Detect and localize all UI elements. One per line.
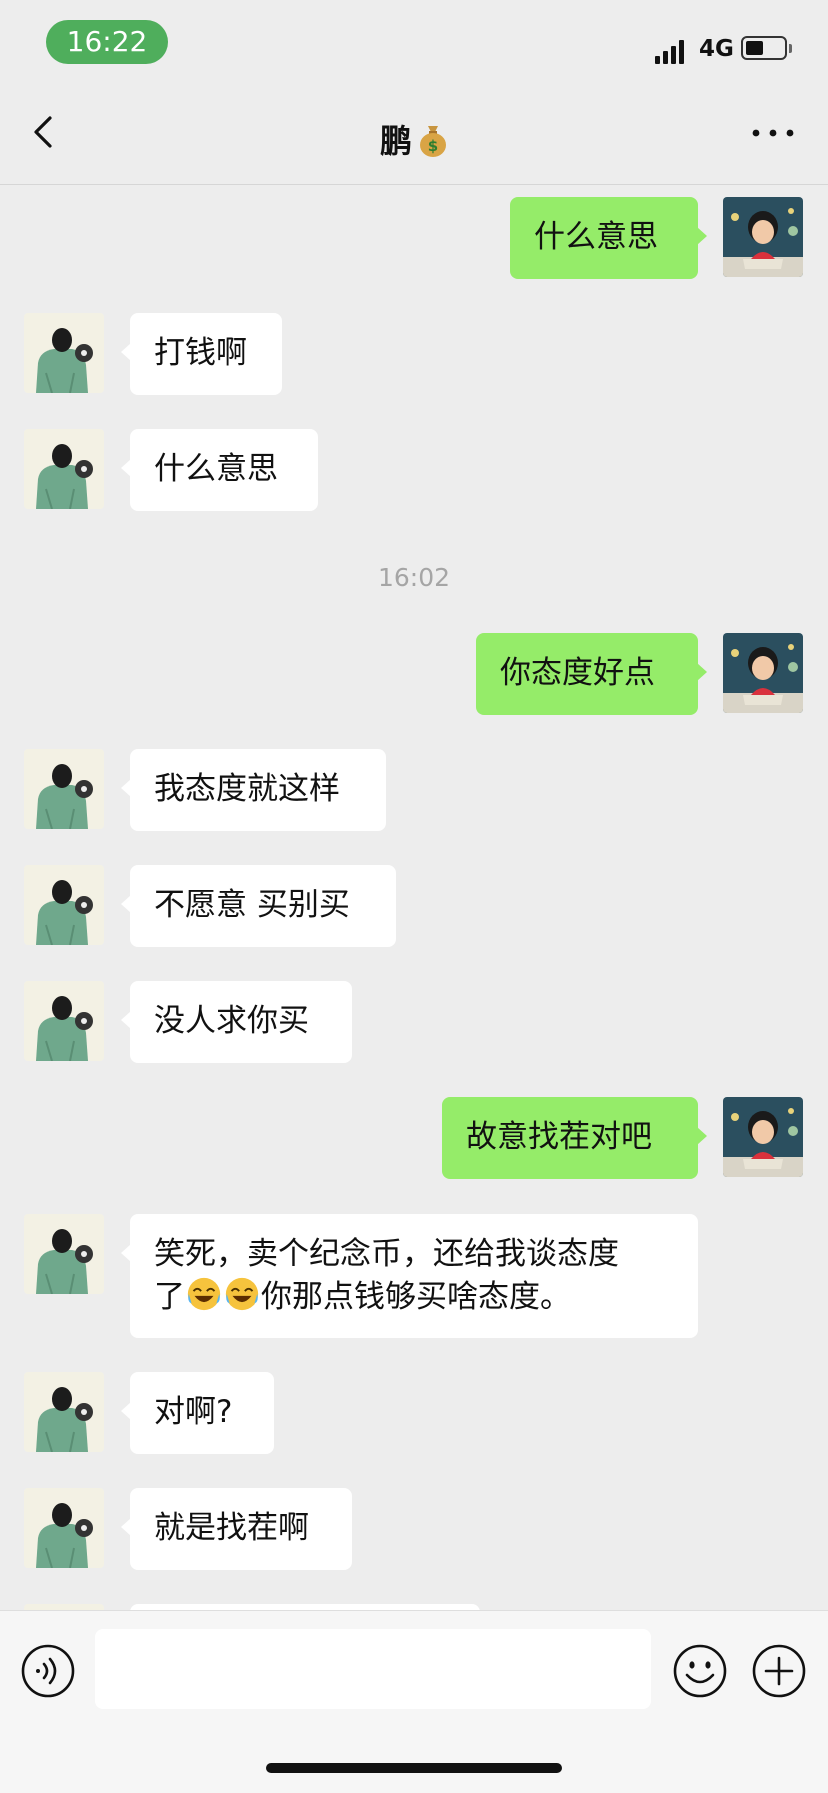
emoji-button[interactable] [672, 1643, 728, 1699]
message-list[interactable]: 什么意思 打钱啊 什么意思 16:02 你态度好点 我态度就这样 不愿意 买别买… [0, 185, 828, 1610]
message-input[interactable] [95, 1629, 651, 1709]
message-text-part: 你那点钱够买啥态度。 [261, 1279, 571, 1315]
timestamp: 16:02 [377, 563, 451, 592]
my-avatar[interactable] [723, 197, 803, 277]
incoming-message-bubble[interactable]: 没人求你买 [121, 981, 352, 1063]
signal-strength-icon [655, 40, 685, 64]
incoming-message-bubble[interactable]: 什么意思 [121, 429, 318, 511]
more-dots-icon [752, 129, 794, 137]
outgoing-message-bubble[interactable]: 故意找茬对吧 [442, 1097, 707, 1179]
contact-avatar[interactable] [24, 749, 104, 829]
voice-button[interactable] [20, 1643, 76, 1699]
plus-button[interactable] [751, 1643, 807, 1699]
status-bar: 16:22 4G [0, 0, 828, 92]
voice-icon [21, 1644, 75, 1698]
contact-avatar[interactable] [24, 313, 104, 393]
more-button[interactable] [748, 118, 798, 148]
contact-avatar[interactable] [24, 981, 104, 1061]
message-text-part: 了 [154, 1279, 185, 1315]
svg-text:$: $ [428, 137, 438, 155]
network-type: 4G [699, 36, 734, 62]
my-avatar[interactable] [723, 633, 803, 713]
plus-icon [752, 1644, 806, 1698]
money-bag-icon: $ [418, 122, 448, 166]
incoming-message-bubble[interactable]: 不愿意 买别买 [121, 865, 396, 947]
rofl-emoji [185, 1275, 223, 1313]
chat-title: 鹏 $ [0, 116, 828, 166]
contact-avatar[interactable] [24, 865, 104, 945]
contact-avatar[interactable] [24, 429, 104, 509]
chat-header: 鹏 $ [0, 92, 828, 185]
battery-icon [741, 36, 787, 60]
incoming-message-bubble[interactable]: 打钱啊 [121, 313, 282, 395]
incoming-message-bubble[interactable]: 就是找茬啊 [121, 1488, 352, 1570]
contact-avatar[interactable] [24, 1214, 104, 1294]
my-avatar[interactable] [723, 1097, 803, 1177]
contact-avatar[interactable] [24, 1488, 104, 1568]
message-text-line: 笑死，卖个纪念币，还给我谈态度 [154, 1236, 619, 1272]
rofl-emoji [223, 1275, 261, 1313]
status-time[interactable]: 16:22 [46, 20, 168, 64]
outgoing-message-bubble[interactable]: 你态度好点 [476, 633, 707, 715]
contact-avatar[interactable] [24, 1372, 104, 1452]
incoming-message-bubble[interactable]: 对啊? [121, 1372, 274, 1454]
incoming-message-bubble[interactable]: 我态度就这样 [121, 749, 386, 831]
contact-name: 鹏 [379, 122, 412, 160]
emoji-icon [673, 1644, 727, 1698]
battery-tip [789, 44, 792, 53]
home-indicator[interactable] [266, 1763, 562, 1773]
outgoing-message-bubble[interactable]: 什么意思 [510, 197, 707, 279]
incoming-message-bubble[interactable]: 笑死，卖个纪念币，还给我谈态度了 你那点钱够买啥态度。 [121, 1214, 698, 1338]
